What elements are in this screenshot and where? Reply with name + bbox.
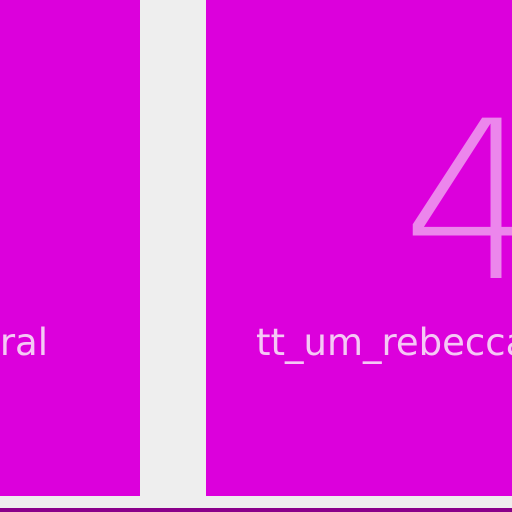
tile-label: eral <box>0 321 48 364</box>
tile-item-left[interactable]: eral <box>0 0 140 496</box>
tile-label: tt_um_rebecca <box>256 321 512 364</box>
tile-item-right[interactable]: 4 tt_um_rebecca <box>206 0 512 496</box>
tile-grid: eral 4 tt_um_rebecca <box>0 0 512 512</box>
bottom-strip <box>0 508 512 512</box>
tile-number: 4 <box>402 74 512 330</box>
